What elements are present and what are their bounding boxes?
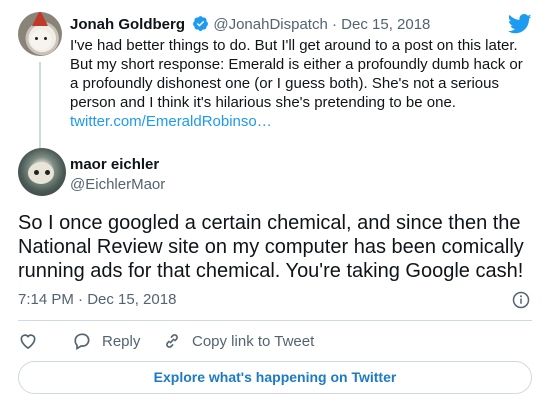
explore-twitter-button[interactable]: Explore what's happening on Twitter — [18, 361, 532, 394]
thread-connector-line — [39, 62, 41, 150]
tweet-date[interactable]: Dec 15, 2018 — [341, 16, 430, 33]
author-name[interactable]: Jonah Goldberg — [70, 16, 185, 33]
parent-tweet-body: I've had better things to do. But I'll g… — [70, 37, 523, 111]
heart-icon — [20, 334, 36, 350]
avatar[interactable] — [18, 148, 66, 196]
twitter-bird-icon[interactable] — [508, 14, 532, 34]
author-handle[interactable]: @JonahDispatch — [213, 16, 327, 33]
parent-tweet-text: I've had better things to do. But I'll g… — [70, 36, 530, 131]
tweet-embed-card: Jonah Goldberg @JonahDispatch · Dec 15, … — [0, 0, 550, 410]
reply-bubble-icon — [74, 333, 90, 350]
like-button[interactable] — [18, 331, 48, 351]
author-name[interactable]: maor eichler — [70, 156, 159, 173]
reply-label: Reply — [102, 332, 141, 350]
copy-link-button[interactable]: Copy link to Tweet — [162, 331, 314, 351]
reply-button[interactable]: Reply — [72, 331, 140, 351]
tweet-text: So I once googled a certain chemical, an… — [18, 212, 524, 282]
divider — [18, 320, 532, 321]
copy-link-label: Copy link to Tweet — [192, 332, 315, 350]
link-icon — [166, 334, 178, 348]
separator-dot: · — [332, 16, 337, 33]
info-icon[interactable] — [512, 291, 530, 309]
tweet-timestamp[interactable]: 7:14 PM · Dec 15, 2018 — [18, 291, 176, 308]
parent-tweet-header: Jonah Goldberg @JonahDispatch · Dec 15, … — [70, 15, 430, 33]
tweet-link[interactable]: twitter.com/EmeraldRobinso… — [70, 113, 272, 130]
author-handle[interactable]: @EichlerMaor — [70, 176, 165, 193]
avatar[interactable] — [18, 12, 62, 56]
verified-badge-icon — [193, 16, 209, 31]
